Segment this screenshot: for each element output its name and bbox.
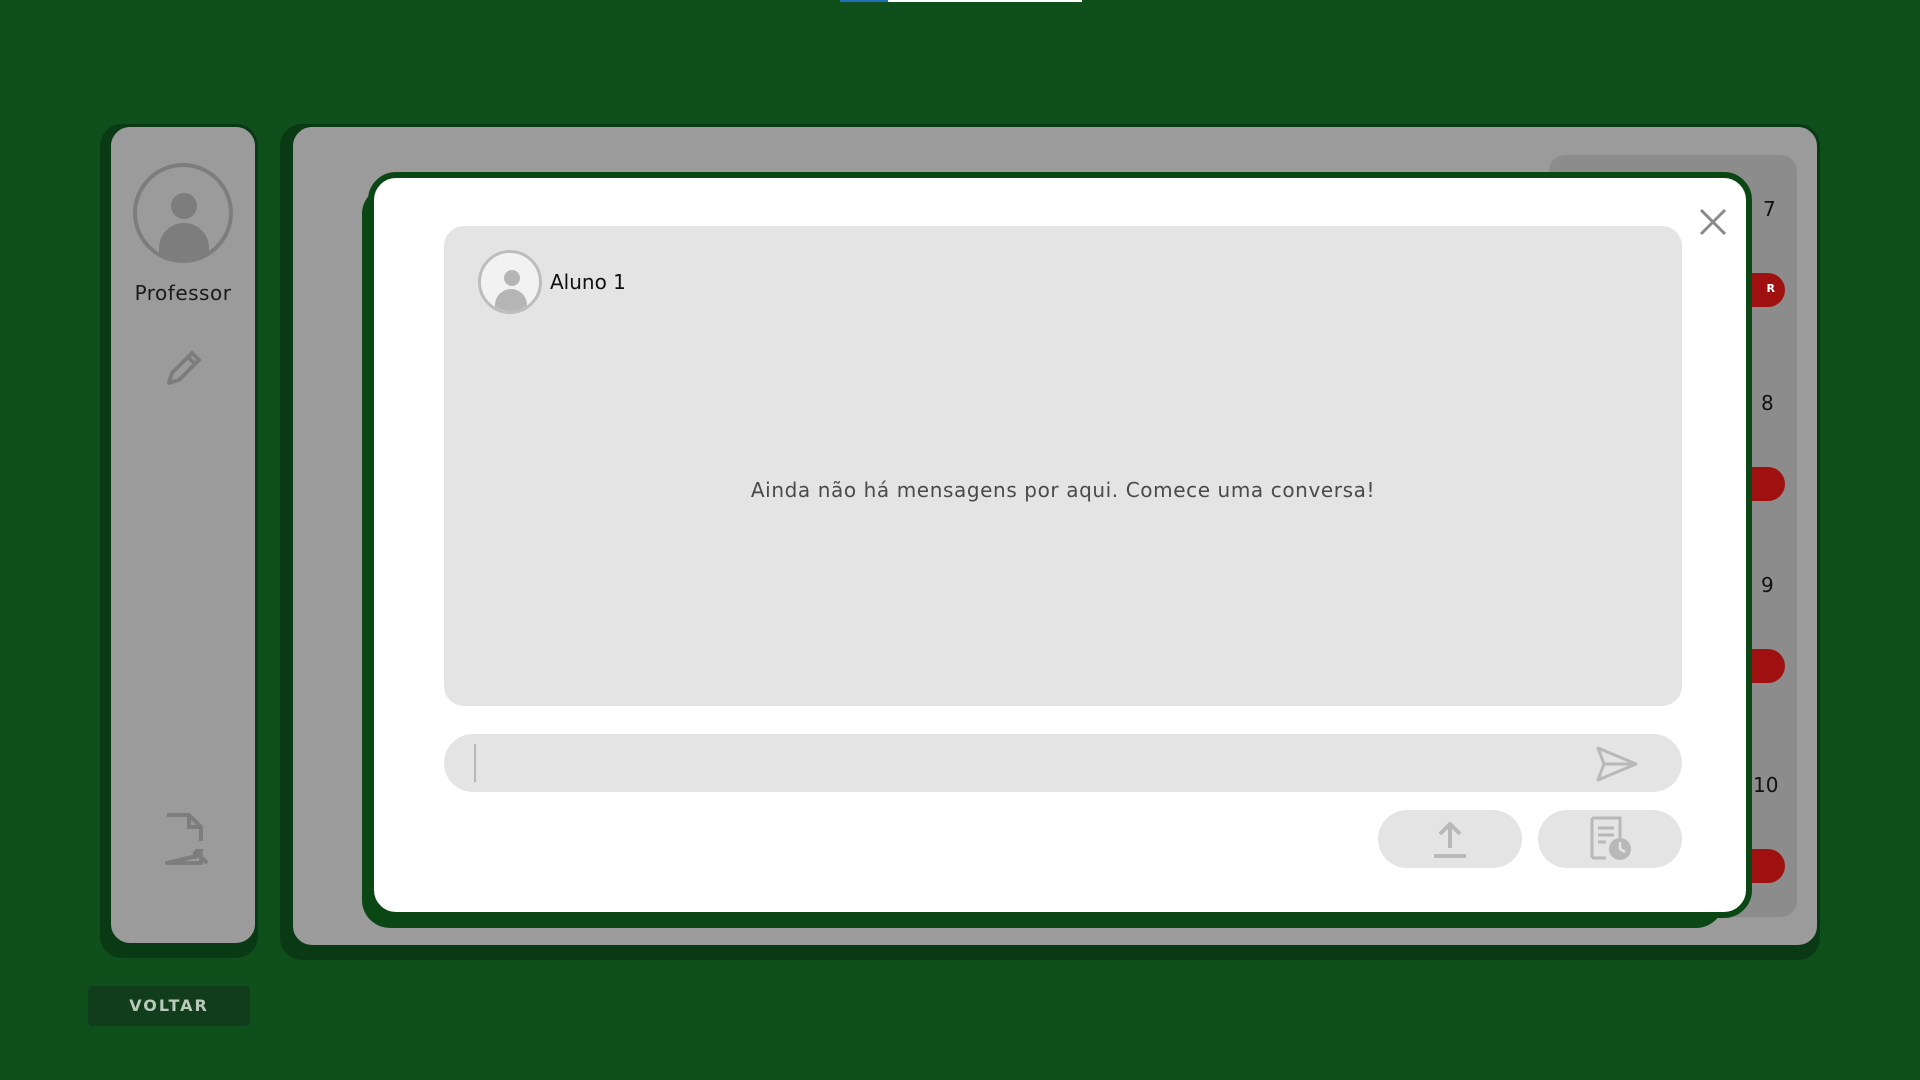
list-number: 7 bbox=[1763, 197, 1776, 221]
history-button[interactable] bbox=[1538, 810, 1682, 868]
chat-modal: Aluno 1 Ainda não há mensagens por aqui.… bbox=[368, 172, 1752, 918]
list-number: 8 bbox=[1761, 391, 1774, 415]
history-icon bbox=[1590, 816, 1631, 860]
file-export-icon[interactable] bbox=[161, 811, 211, 867]
chat-messages-area: Aluno 1 Ainda não há mensagens por aqui.… bbox=[444, 226, 1682, 706]
upload-icon bbox=[1434, 822, 1466, 858]
list-number: 10 bbox=[1753, 773, 1779, 797]
pencil-icon[interactable] bbox=[159, 343, 209, 393]
list-number: 9 bbox=[1761, 573, 1774, 597]
message-input[interactable] bbox=[474, 744, 1564, 782]
upload-button[interactable] bbox=[1378, 810, 1522, 868]
chat-user-avatar-icon bbox=[478, 250, 542, 314]
empty-chat-message: Ainda não há mensagens por aqui. Comece … bbox=[750, 478, 1376, 502]
top-progress-bar bbox=[840, 0, 1082, 2]
close-icon[interactable] bbox=[1695, 204, 1731, 240]
avatar-icon bbox=[133, 163, 233, 263]
top-progress-fill bbox=[840, 0, 888, 2]
back-button[interactable]: VOLTAR bbox=[88, 986, 250, 1026]
sidebar-user-name: Professor bbox=[134, 281, 232, 305]
chat-user-name: Aluno 1 bbox=[550, 270, 626, 294]
send-icon[interactable] bbox=[1594, 744, 1640, 784]
message-input-bar bbox=[444, 734, 1682, 792]
sidebar: Professor bbox=[108, 124, 258, 946]
